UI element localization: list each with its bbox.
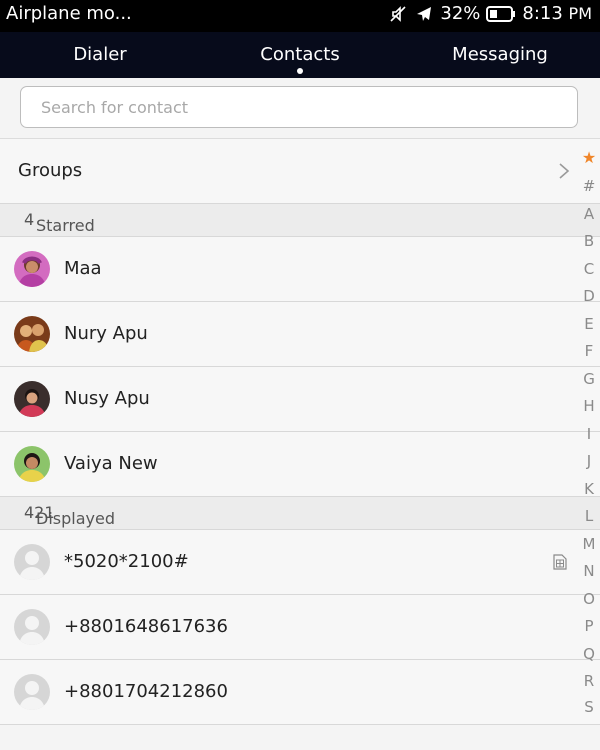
- contact-photo: [14, 446, 50, 482]
- index-letter[interactable]: R: [578, 672, 600, 690]
- contact-photo: [14, 316, 50, 352]
- mute-icon: [388, 4, 408, 24]
- search-area: [0, 78, 600, 139]
- contact-name: *5020*2100#: [64, 551, 189, 572]
- index-letter[interactable]: D: [578, 287, 600, 305]
- tab-dialer[interactable]: Dialer: [0, 44, 200, 65]
- index-letter[interactable]: #: [578, 177, 600, 195]
- airplane-mode-text: Airplane mo...: [6, 3, 132, 24]
- status-bar: Airplane mo... 32% 8:13 PM: [0, 0, 600, 32]
- index-letter[interactable]: L: [578, 507, 600, 525]
- contact-name: Maa: [64, 258, 102, 279]
- index-star-icon[interactable]: ★: [578, 148, 600, 167]
- index-letter[interactable]: E: [578, 315, 600, 333]
- default-avatar-icon: [14, 674, 50, 710]
- clock: 8:13 PM: [522, 3, 592, 24]
- groups-label: Groups: [18, 160, 83, 181]
- starred-count: 4: [24, 210, 35, 229]
- battery-icon: [486, 5, 516, 23]
- index-letter[interactable]: S: [578, 698, 600, 716]
- airplane-icon: [414, 4, 434, 24]
- displayed-contacts-header: Displayed contacts421: [0, 497, 600, 547]
- index-letter[interactable]: P: [578, 617, 600, 635]
- default-avatar-icon: [14, 609, 50, 645]
- contact-row-vaiya-new[interactable]: Vaiya New: [0, 432, 600, 497]
- contact-name: Nusy Apu: [64, 388, 150, 409]
- contact-row[interactable]: +8801648617636: [0, 595, 600, 660]
- tab-contacts[interactable]: Contacts: [200, 44, 400, 65]
- sim-card-icon: [553, 554, 567, 574]
- contact-name: +8801704212860: [64, 681, 228, 702]
- chevron-right-icon: [558, 161, 570, 185]
- search-box[interactable]: [20, 86, 578, 128]
- index-letter[interactable]: I: [578, 425, 600, 443]
- search-input[interactable]: [39, 97, 543, 118]
- index-letter[interactable]: A: [578, 205, 600, 223]
- index-letter[interactable]: O: [578, 590, 600, 608]
- contact-row[interactable]: *5020*2100#: [0, 530, 600, 595]
- contact-photo: [14, 381, 50, 417]
- index-letter[interactable]: H: [578, 397, 600, 415]
- contact-row-nusy-apu[interactable]: Nusy Apu: [0, 367, 600, 432]
- index-letter[interactable]: C: [578, 260, 600, 278]
- displayed-header-text: Displayed contacts421: [18, 503, 115, 547]
- starred-header-text: Starred 4: [18, 210, 95, 235]
- starred-section-header: Starred 4: [0, 204, 600, 237]
- groups-row[interactable]: Groups: [0, 139, 600, 204]
- battery-percent: 32%: [440, 3, 481, 24]
- contact-photo: [14, 251, 50, 287]
- contact-name: Nury Apu: [64, 323, 148, 344]
- contact-row[interactable]: +8801704212860: [0, 660, 600, 725]
- index-letter[interactable]: K: [578, 480, 600, 498]
- index-letter[interactable]: M: [578, 535, 600, 553]
- active-tab-indicator: [297, 68, 303, 74]
- index-letter[interactable]: J: [578, 452, 600, 470]
- contact-name: +8801648617636: [64, 616, 228, 637]
- tab-messaging[interactable]: Messaging: [400, 44, 600, 65]
- index-letter[interactable]: Q: [578, 645, 600, 663]
- contact-row-nury-apu[interactable]: Nury Apu: [0, 302, 600, 367]
- index-letter[interactable]: G: [578, 370, 600, 388]
- status-icons: 32% 8:13 PM: [388, 3, 592, 24]
- clock-ampm: PM: [568, 4, 592, 23]
- contact-row-maa[interactable]: Maa: [0, 237, 600, 302]
- index-letter[interactable]: B: [578, 232, 600, 250]
- index-letter[interactable]: N: [578, 562, 600, 580]
- starred-label: Starred: [36, 216, 95, 235]
- default-avatar-icon: [14, 544, 50, 580]
- contact-name: Vaiya New: [64, 453, 158, 474]
- clock-time: 8:13: [522, 3, 563, 24]
- index-letter[interactable]: F: [578, 342, 600, 360]
